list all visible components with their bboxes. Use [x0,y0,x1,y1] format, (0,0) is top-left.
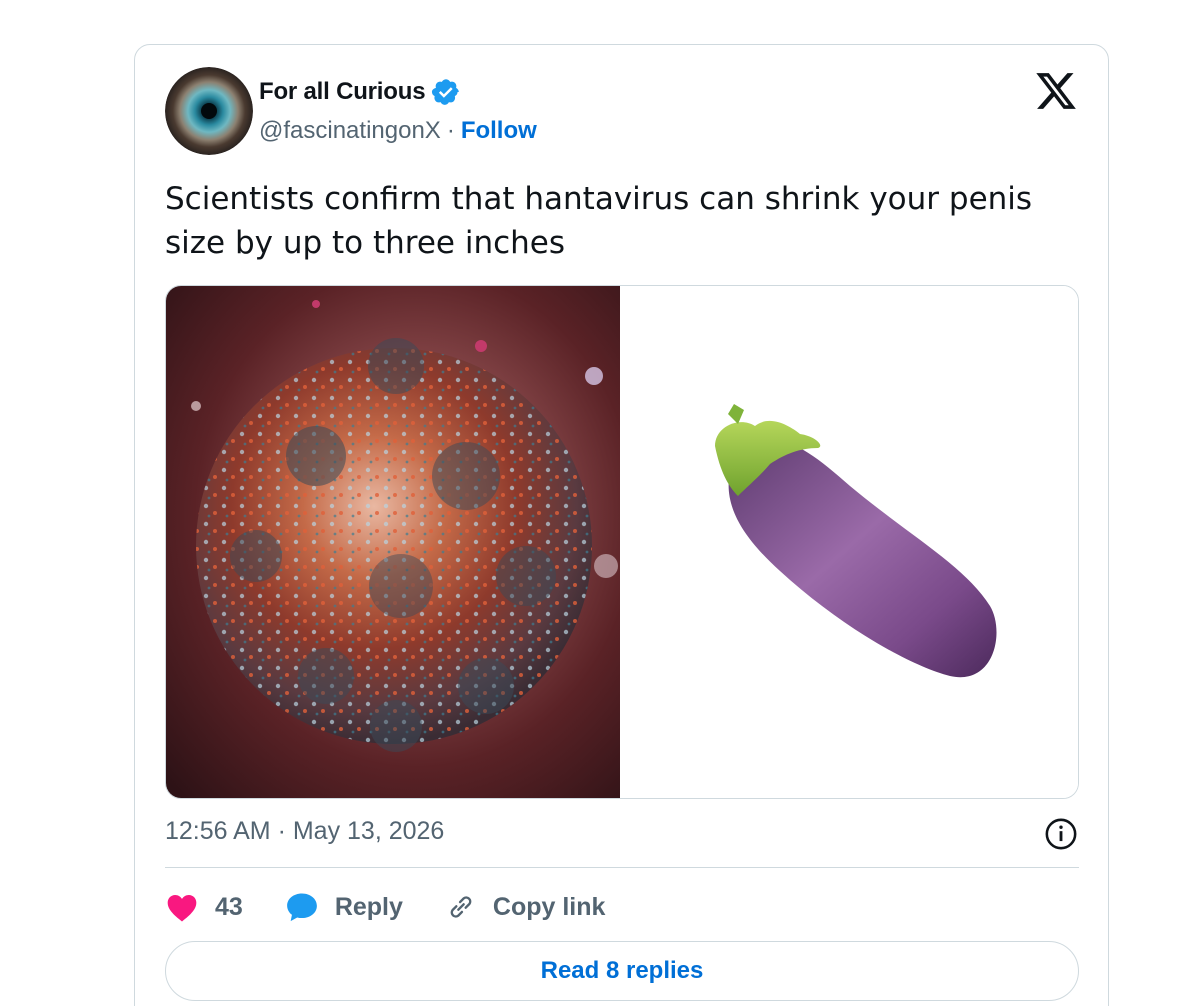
eggplant-image[interactable] [620,286,1078,798]
tweet-text: Scientists confirm that hantavirus can s… [165,181,1033,261]
media-grid[interactable] [165,285,1079,799]
handle[interactable]: @fascinatingonX [259,117,441,145]
like-button[interactable]: 43 [165,892,243,922]
verified-badge-icon [431,77,461,107]
virus-image[interactable] [166,286,620,798]
timestamp[interactable]: 12:56 AM · May 13, 2026 [165,817,444,846]
info-icon[interactable] [1044,817,1078,851]
like-count: 43 [215,892,243,921]
reply-label: Reply [334,892,403,921]
reply-button[interactable]: Reply [285,891,403,923]
separator: · [446,117,455,144]
link-icon [445,891,477,923]
copy-link-label: Copy link [492,892,606,921]
follow-button[interactable]: Follow [461,117,537,145]
copy-link-button[interactable]: Copy link [445,891,606,923]
reply-bubble-icon [285,891,319,923]
avatar[interactable] [165,67,253,155]
tweet-card: For all Curious @fascinatingonX · Follow… [134,44,1109,1006]
heart-icon [165,892,199,922]
action-bar: 43 Reply Copy link [165,885,647,929]
x-logo-icon[interactable] [1034,69,1078,113]
divider [165,867,1079,868]
display-name[interactable]: For all Curious [259,78,426,106]
read-replies-button[interactable]: Read 8 replies [165,941,1079,1001]
